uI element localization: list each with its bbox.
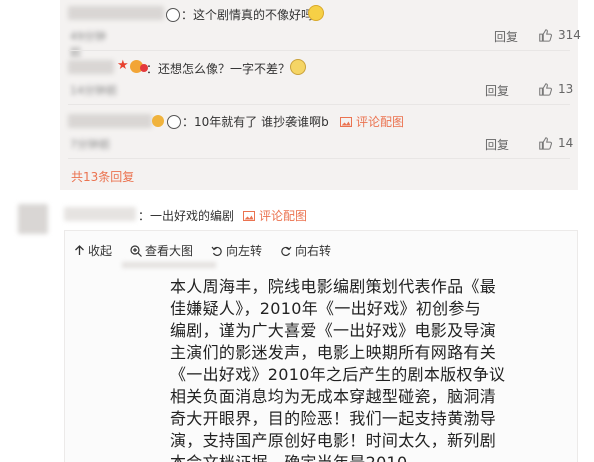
reply-button[interactable]: 回复	[494, 28, 518, 45]
reply-text: ：这个剧情真的不像好吗	[181, 8, 314, 22]
avatar[interactable]	[18, 204, 48, 234]
article-line: 演，支持国产原创好电影！时间太久，新列剧	[170, 431, 497, 450]
rotate-right-icon	[281, 246, 292, 256]
reply-username-blurred[interactable]	[68, 114, 152, 128]
like-button[interactable]: 314	[538, 28, 581, 42]
comment-image-link[interactable]: 评论配图	[243, 207, 307, 224]
more-replies-link[interactable]: 共13条回复	[71, 168, 134, 185]
rotate-left-button[interactable]: 向左转	[211, 242, 262, 259]
reply-time: 7分钟前	[70, 138, 110, 151]
collapse-button[interactable]: 收起	[74, 242, 112, 259]
like-count: 314	[558, 28, 581, 42]
article-line: 编剧，谨为广大喜爱《一出好戏》电影及导演	[170, 321, 497, 340]
like-count: 13	[558, 82, 574, 96]
article-line: 奇大开眼界，目的险恶！我们一起支持黄渤导	[170, 409, 497, 428]
emoji-icon	[290, 59, 306, 75]
like-count: 14	[558, 136, 574, 150]
article-line: 主演们的影迷发声，电影上映期所有网路有关	[170, 343, 497, 362]
image-icon	[340, 116, 352, 127]
reply-text: ：还想怎么像？一字不差？	[146, 62, 291, 76]
smile-emoji-icon	[308, 5, 324, 21]
image-link-label: 评论配图	[259, 209, 308, 223]
reply-username-blurred[interactable]	[68, 6, 164, 20]
article-line: 本人周海丰，院线电影编剧策划代表作品《最	[170, 277, 497, 296]
view-large-button[interactable]: 查看大图	[130, 242, 193, 259]
like-button[interactable]: 14	[538, 136, 573, 150]
article-line: 本会文档证据，确定当年是2010。	[170, 452, 570, 462]
star-badge-icon: ★	[117, 58, 129, 73]
panda-icon	[166, 7, 180, 22]
image-link-label: 评论配图	[356, 115, 405, 129]
article-line: 《一出好戏》2010年之后产生的剧本版权争议	[170, 365, 506, 384]
reply-button[interactable]: 回复	[485, 136, 509, 153]
zoom-in-icon	[130, 244, 142, 257]
reply-button[interactable]: 回复	[485, 82, 509, 99]
divider	[68, 158, 570, 159]
reply-item-2: ★ ：还想怎么像？一字不差？ 14分钟前 回复 13	[60, 50, 578, 100]
thumbs-up-icon	[539, 29, 552, 42]
comment-image-link[interactable]: 评论配图	[340, 113, 404, 130]
username-blurred[interactable]	[64, 207, 136, 221]
photo-toolbar: 收起 查看大图 向左转 向右转	[74, 242, 331, 259]
reply-time: 14分钟前	[70, 84, 117, 97]
arrow-up-icon	[75, 245, 84, 255]
rotate-right-button[interactable]: 向右转	[280, 242, 331, 259]
thumbs-up-icon	[539, 83, 552, 96]
reply-text: ：10年就有了 谁抄袭谁啊b	[182, 115, 329, 129]
reply-item-1: ：这个剧情真的不像好吗 49分钟前 回复 314	[60, 0, 581, 59]
panda-icon	[167, 114, 181, 129]
article-body: 本人周海丰，院线电影编剧策划代表作品《最 佳嫌疑人》，2010年《一出好戏》初创…	[170, 276, 570, 462]
badge-icon	[152, 115, 164, 127]
like-button[interactable]: 13	[538, 82, 573, 96]
reply-username-blurred[interactable]	[68, 60, 114, 74]
main-comment-text: ：一出好戏的编剧	[138, 209, 235, 223]
article-line: 佳嫌疑人》，2010年《一出好戏》初创参与	[170, 299, 482, 318]
article-line: 相关负面消息均为无成本穿越型碰瓷，脑洞清	[170, 387, 497, 406]
image-icon	[243, 210, 255, 221]
reply-time: 49分钟前	[70, 30, 106, 59]
thumbs-up-icon	[539, 137, 552, 150]
rotate-left-icon	[211, 246, 222, 256]
photo-top-smudge	[122, 262, 216, 268]
reply-item-3: ：10年就有了 谁抄袭谁啊b 评论配图 7分钟前 回复 14	[60, 104, 578, 154]
